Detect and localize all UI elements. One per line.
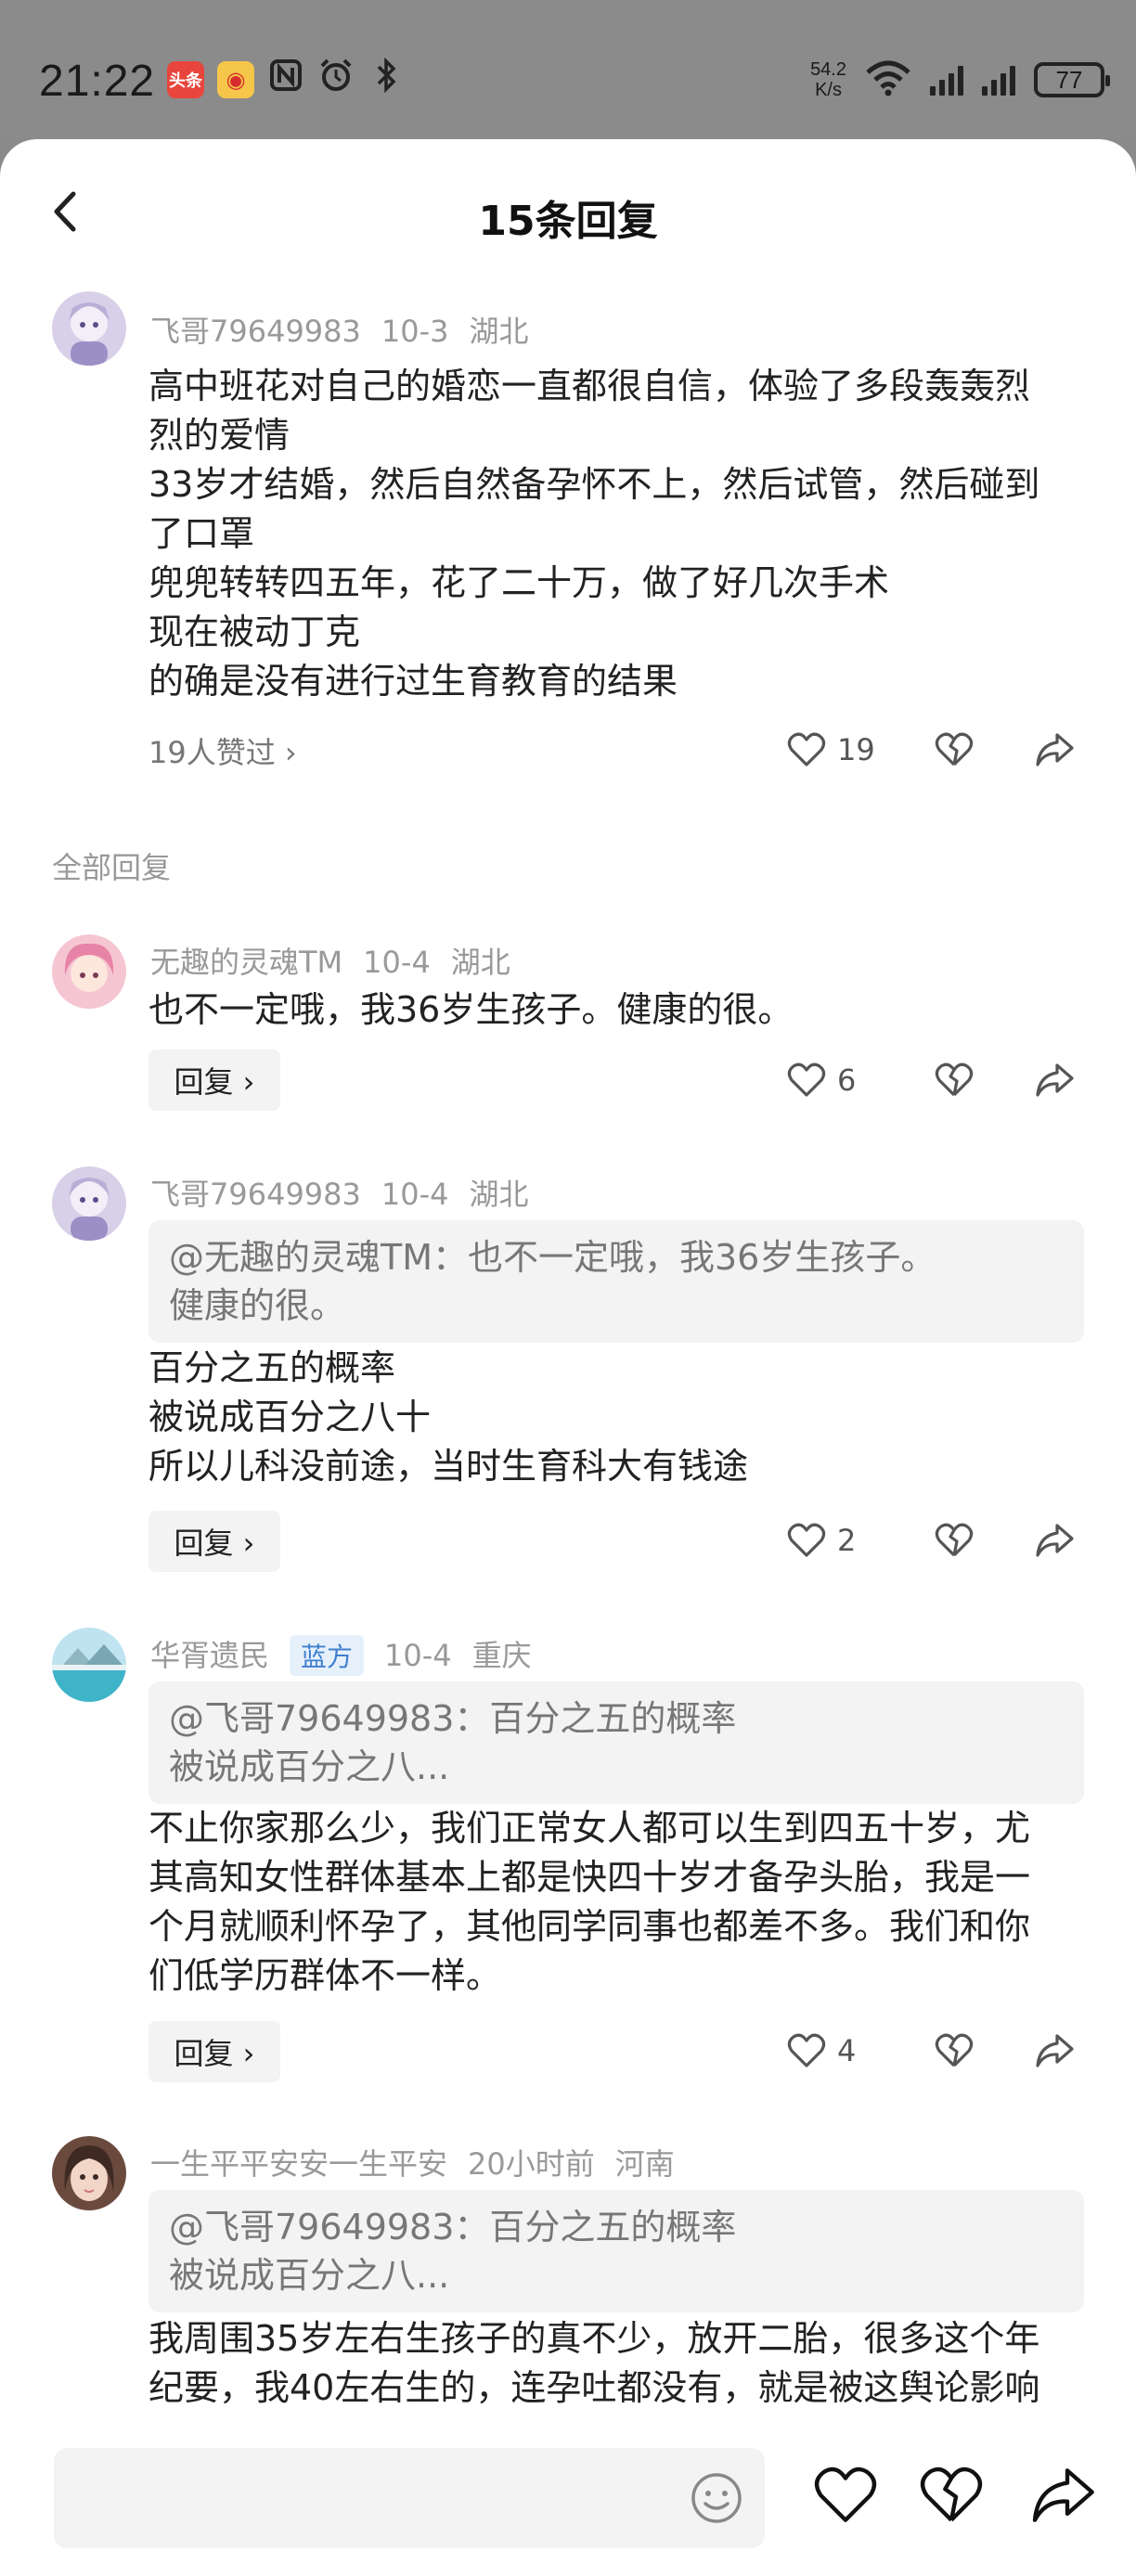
share-icon [1036,1524,1074,1557]
avatar[interactable] [52,291,126,366]
share-button[interactable] [1026,1513,1082,1568]
status-bar: 21:22 头条 ◉ 54.2 K/s 77 [0,0,1136,139]
comment-date: 20小时前 [468,2146,595,2182]
quoted-comment[interactable]: @飞哥79649983：百分之五的概率 被说成百分之八... [148,2190,1084,2312]
username[interactable]: 华胥遗民 [150,1638,269,1673]
comment-text: 不止你家那么少，我们正常女人都可以生到四五十岁，尤 其高知女性群体基本上都是快四… [148,1808,1031,1996]
reply-button[interactable]: 回复 › [148,1511,280,1572]
toutiao-app-icon: 头条 [167,60,204,98]
share-icon [1036,2034,1074,2067]
like-count: 4 [837,2033,857,2068]
heart-icon [787,1523,826,1557]
username[interactable]: 飞哥79649983 [150,314,361,349]
share-button[interactable] [1026,722,1082,778]
reply-button[interactable]: 回复 › [148,2021,280,2082]
wifi-icon [865,59,911,100]
like-count: 19 [837,732,875,767]
user-badge: 蓝方 [290,1635,365,1676]
heart-icon [787,1063,826,1097]
comment-meta: 华胥遗民 蓝方 10-4 重庆 [150,1632,552,1676]
bottom-bar [0,2428,1136,2576]
section-label-all-replies: 全部回复 [52,850,172,885]
comment-date: 10-4 [381,1177,449,1212]
comment-text: 高中班花对自己的婚恋一直都很自信，体验了多段轰轰烈 烈的爱情 33岁才结婚，然后… [148,366,1040,702]
dislike-button[interactable] [919,2463,984,2528]
dislike-button[interactable] [926,1052,982,1108]
comment-date: 10-3 [381,314,449,349]
comment-actions: 4 [787,2023,1082,2079]
signal-icon-2 [982,64,1015,96]
comment-location: 湖北 [469,1177,529,1212]
broken-heart-icon [920,2467,983,2522]
share-button[interactable] [1030,2463,1095,2528]
status-time: 21:22 [39,57,156,106]
username[interactable]: 飞哥79649983 [150,1177,361,1212]
avatar[interactable] [52,1628,126,1702]
emoji-icon [691,2473,742,2523]
avatar[interactable] [52,2136,126,2210]
battery-icon: 77 [1034,62,1110,97]
like-button[interactable]: 6 [787,1052,889,1108]
like-count: 6 [837,1063,857,1098]
signal-icon [930,64,963,96]
comment-location: 河南 [614,2146,675,2182]
comment-actions: 2 [787,1513,1082,1568]
comment-date: 10-4 [384,1638,452,1673]
heart-icon [814,2467,877,2522]
broken-heart-icon [935,1523,974,1557]
heart-icon [787,732,826,766]
like-count: 2 [837,1523,857,1558]
dislike-button[interactable] [926,1513,982,1568]
comment-date: 10-4 [363,945,431,980]
comment-text: 也不一定哦，我36岁生孩子。健康的很。 [148,989,794,1030]
username[interactable]: 无趣的灵魂TM [150,945,342,980]
share-icon [1036,1063,1074,1097]
avatar[interactable] [52,934,126,1009]
broken-heart-icon [935,732,974,766]
like-button[interactable]: 4 [787,2023,889,2079]
replies-sheet: 15条回复 飞哥79649983 10-3 湖北 高中班花对自己的婚恋一直都很自信，… [0,139,1136,2576]
broken-heart-icon [935,1063,974,1097]
comment-text: 百分之五的概率 被说成百分之八十 所以儿科没前途，当时生育科大有钱途 [148,1347,749,1487]
heart-icon [787,2033,826,2067]
comment-location: 重庆 [471,1638,532,1673]
avatar[interactable] [52,1166,126,1241]
share-button[interactable] [1026,2023,1082,2079]
page-title: 15条回复 [478,198,658,245]
status-notification-icons: 头条 ◉ [167,57,405,101]
emoji-button[interactable] [689,2470,744,2526]
comment-actions: 19 [787,722,1082,778]
quoted-comment[interactable]: @飞哥79649983：百分之五的概率 被说成百分之八... [148,1681,1084,1804]
status-system-icons: 54.2 K/s 77 [810,59,1110,100]
like-button[interactable]: 2 [787,1513,889,1568]
comment-text: 我周围35岁左右生孩子的真不少，放开二胎，很多这个年 纪要，我40左右生的，连孕… [148,2318,1040,2408]
like-button[interactable] [813,2463,878,2528]
comment-actions: 6 [787,1052,1082,1108]
dislike-button[interactable] [926,2023,982,2079]
comment-meta: 飞哥79649983 10-4 湖北 [150,1171,549,1214]
comment-meta: 一生平平安安一生平安 20小时前 河南 [150,2141,695,2183]
share-button[interactable] [1026,1052,1082,1108]
comment-location: 湖北 [469,314,529,349]
share-icon [1032,2468,1094,2522]
share-icon [1036,733,1074,766]
comment-meta: 无趣的灵魂TM 10-4 湖北 [150,939,531,982]
alarm-icon [317,58,355,101]
nfc-icon [267,58,304,100]
comment-input-box[interactable] [54,2448,765,2550]
quoted-comment[interactable]: @无趣的灵魂TM：也不一定哦，我36岁生孩子。 健康的很。 [148,1220,1084,1343]
likes-summary-link[interactable]: 19人赞过 › [148,729,297,772]
username[interactable]: 一生平平安安一生平安 [150,2146,447,2182]
weibo-app-icon: ◉ [217,60,254,98]
comment-input[interactable] [54,2448,659,2550]
reply-button[interactable]: 回复 › [148,1050,280,1111]
sheet-header: 15条回复 [0,139,1136,288]
bluetooth-icon [368,57,405,101]
network-speed: 54.2 K/s [810,59,846,100]
comment-location: 湖北 [450,945,510,980]
comment-meta: 飞哥79649983 10-3 湖北 [150,308,549,351]
broken-heart-icon [935,2033,974,2067]
dislike-button[interactable] [926,722,982,778]
like-button[interactable]: 19 [787,722,889,778]
